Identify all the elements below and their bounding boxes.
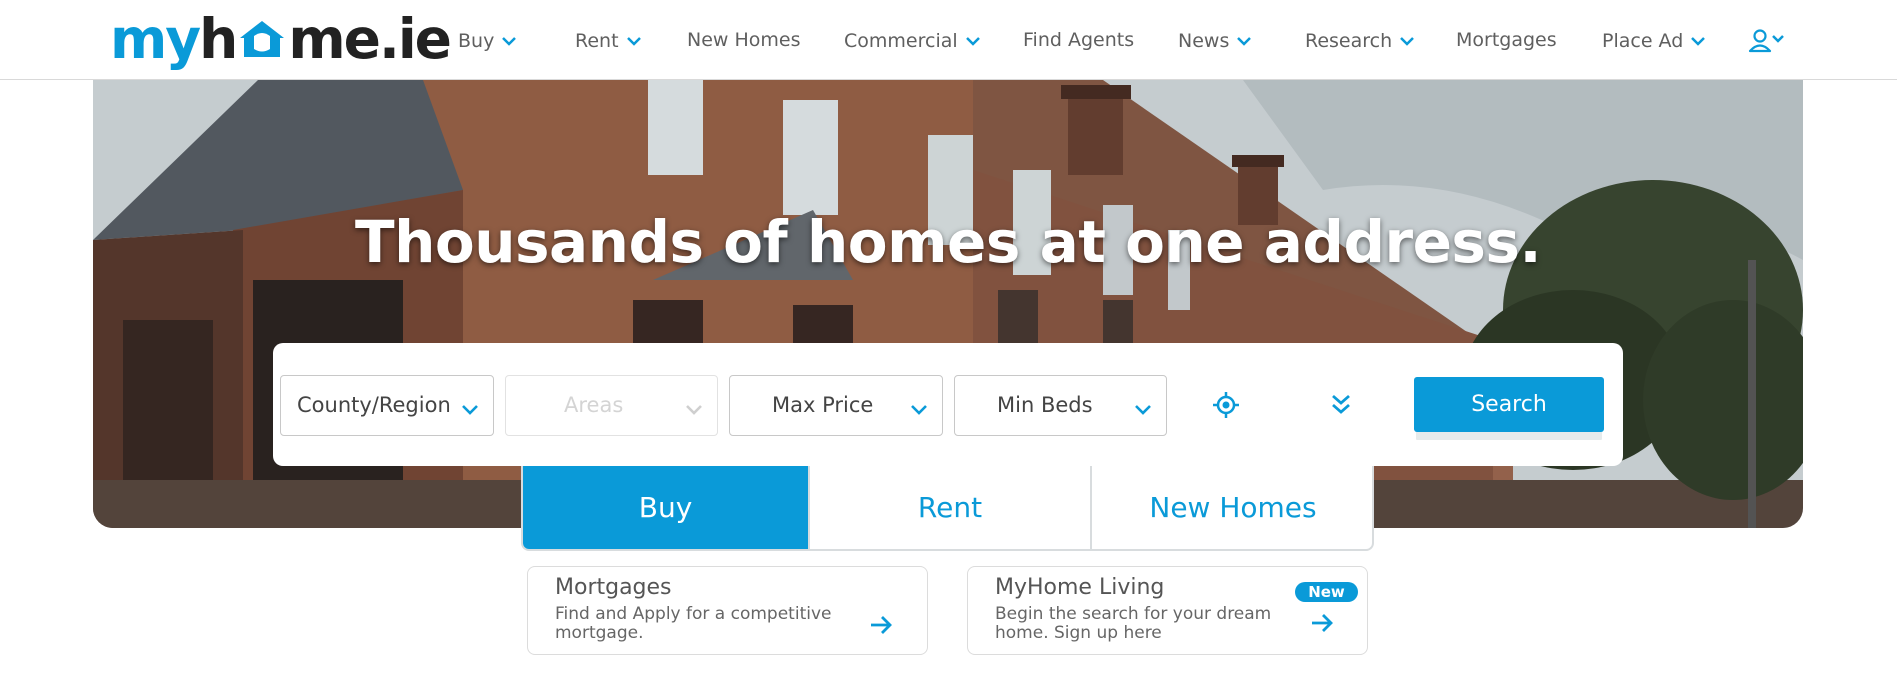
nav-buy-label: Buy (458, 30, 495, 52)
chevron-down-icon (626, 24, 641, 56)
areas-value: Areas (564, 393, 624, 417)
user-account-button[interactable] (1748, 26, 1788, 56)
mortgages-card-line1: Find and Apply for a competitive (555, 604, 832, 624)
myhome-living-card-line1: Begin the search for your dream (995, 604, 1272, 624)
chevron-down-icon (1400, 24, 1415, 56)
house-logo-icon (237, 8, 287, 57)
arrow-right-icon (871, 616, 892, 634)
search-button[interactable]: Search (1414, 377, 1604, 432)
areas-select: Areas (505, 375, 718, 436)
nav-buy[interactable]: Buy (458, 24, 517, 56)
nav-rent[interactable]: Rent (575, 24, 641, 56)
nav-mortgages-label: Mortgages (1456, 29, 1557, 51)
nav-find-agents-label: Find Agents (1023, 29, 1135, 51)
search-panel: County/Region Areas Max Price Min Beds S… (273, 343, 1623, 466)
mortgages-card-description: Find and Apply for a competitive mortgag… (555, 605, 855, 643)
nav-new-homes-label: New Homes (687, 29, 801, 51)
logo-text-h: h (199, 7, 238, 71)
myhome-living-card[interactable]: MyHome Living New Begin the search for y… (967, 566, 1368, 655)
county-region-select[interactable]: County/Region (280, 375, 494, 436)
hero-title: Thousands of homes at one address. (355, 208, 1542, 276)
nav-rent-label: Rent (575, 30, 619, 52)
county-region-value: County/Region (297, 393, 451, 417)
logo-text-me-ie: me.ie (288, 7, 452, 71)
use-my-location-button[interactable] (1204, 383, 1248, 427)
double-chevron-down-icon (1332, 394, 1350, 414)
chevron-down-icon (910, 397, 928, 421)
chevron-down-icon (502, 24, 517, 56)
chevron-down-icon (461, 397, 479, 421)
nav-mortgages[interactable]: Mortgages (1456, 24, 1557, 56)
new-badge: New (1295, 582, 1358, 602)
mortgages-card[interactable]: Mortgages Find and Apply for a competiti… (527, 566, 928, 655)
myhome-logo[interactable]: myh me.ie (110, 6, 452, 72)
more-filters-button[interactable] (1319, 383, 1363, 427)
listing-type-tabs: Buy Rent New Homes (521, 466, 1374, 551)
chevron-down-icon (965, 24, 980, 56)
nav-research-label: Research (1305, 30, 1393, 52)
chevron-down-icon (1237, 24, 1252, 56)
tab-buy[interactable]: Buy (523, 466, 808, 549)
nav-news[interactable]: News (1178, 24, 1252, 56)
tab-rent[interactable]: Rent (810, 466, 1090, 549)
chevron-down-icon (1134, 397, 1152, 421)
nav-commercial[interactable]: Commercial (844, 24, 980, 56)
chevron-down-icon (685, 397, 703, 421)
myhome-living-card-description: Begin the search for your dream home. Si… (995, 605, 1295, 643)
tab-new-homes[interactable]: New Homes (1092, 466, 1372, 549)
max-price-value: Max Price (772, 393, 874, 417)
max-price-select[interactable]: Max Price (729, 375, 943, 436)
top-navigation-bar: myh me.ie Buy Rent New Homes Commercial F… (0, 0, 1897, 80)
logo-text-my: my (110, 7, 201, 71)
nav-research[interactable]: Research (1305, 24, 1415, 56)
nav-commercial-label: Commercial (844, 30, 958, 52)
nav-new-homes[interactable]: New Homes (687, 24, 801, 56)
nav-place-ad-label: Place Ad (1602, 30, 1684, 52)
nav-place-ad[interactable]: Place Ad (1602, 24, 1706, 56)
min-beds-select[interactable]: Min Beds (954, 375, 1167, 436)
nav-news-label: News (1178, 30, 1230, 52)
min-beds-value: Min Beds (997, 393, 1093, 417)
mortgages-card-line2: mortgage. (555, 623, 644, 643)
myhome-living-card-title: MyHome Living (995, 575, 1165, 600)
chevron-down-icon (1691, 24, 1706, 56)
user-icon (1748, 29, 1784, 53)
arrow-right-icon (1312, 614, 1333, 632)
nav-find-agents[interactable]: Find Agents (1023, 24, 1134, 56)
mortgages-card-title: Mortgages (555, 575, 672, 600)
locate-icon (1213, 392, 1239, 418)
myhome-living-card-line2: home. Sign up here (995, 623, 1162, 643)
